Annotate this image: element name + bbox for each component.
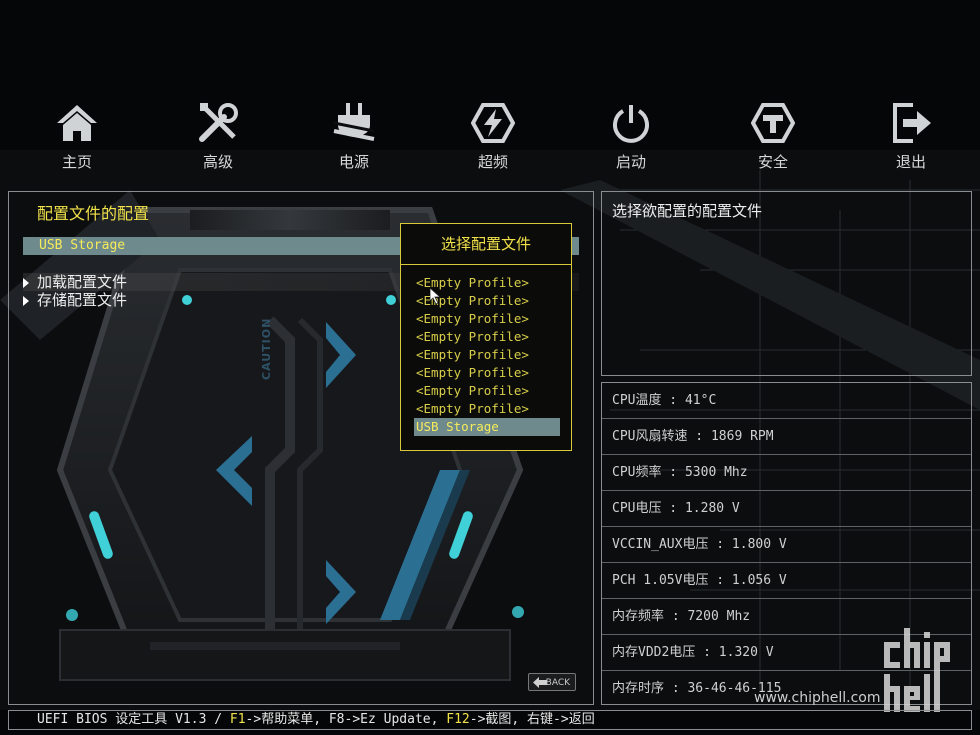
tab-power-label: 电源 bbox=[338, 153, 369, 171]
tab-boot-label: 启动 bbox=[615, 153, 646, 171]
profile-item[interactable]: <Empty Profile> bbox=[414, 346, 560, 364]
f1-hotkey-text: ->帮助菜单, F8->Ez Update, bbox=[245, 712, 447, 727]
mouse-cursor-icon bbox=[430, 288, 442, 304]
tab-power[interactable]: 电源 bbox=[309, 95, 399, 180]
help-panel: 选择欲配置的配置文件 bbox=[601, 191, 972, 376]
tab-home[interactable]: 主页 bbox=[32, 95, 122, 180]
pch-voltage: PCH 1.05V电压 : 1.056 V bbox=[602, 563, 971, 599]
select-profile-title: 选择配置文件 bbox=[401, 224, 571, 265]
tab-security[interactable]: 安全 bbox=[728, 95, 818, 180]
back-arrow-icon bbox=[533, 677, 547, 688]
profile-item[interactable]: <Empty Profile> bbox=[414, 328, 560, 346]
overclock-lightning-icon bbox=[471, 103, 515, 143]
exit-icon bbox=[893, 103, 931, 143]
tab-overclock[interactable]: 超频 bbox=[448, 95, 538, 180]
tab-exit-label: 退出 bbox=[895, 153, 926, 171]
bios-version-text: UEFI BIOS 设定工具 V1.3 / bbox=[37, 712, 230, 727]
power-button-icon bbox=[613, 105, 649, 143]
chiphell-watermark-logo bbox=[884, 628, 950, 712]
save-profile-item[interactable]: 存储配置文件 bbox=[23, 291, 127, 309]
tab-advanced[interactable]: 高级 bbox=[173, 95, 263, 180]
tools-icon bbox=[199, 103, 238, 142]
back-button[interactable]: BACK bbox=[528, 673, 576, 691]
vccin-aux-voltage: VCCIN_AUX电压 : 1.800 V bbox=[602, 527, 971, 563]
right-triangle-icon bbox=[23, 295, 29, 306]
profile-item[interactable]: <Empty Profile> bbox=[414, 382, 560, 400]
save-profile-label: 存储配置文件 bbox=[37, 291, 128, 309]
tab-overclock-label: 超频 bbox=[477, 153, 508, 171]
section-title: 配置文件的配置 bbox=[37, 204, 150, 223]
select-profile-dialog: 选择配置文件 <Empty Profile> <Empty Profile> <… bbox=[400, 223, 572, 451]
tab-exit[interactable]: 退出 bbox=[866, 95, 956, 180]
f12-hotkey-text: ->截图, 右键->返回 bbox=[469, 712, 595, 727]
f12-hotkey: F12 bbox=[446, 712, 470, 727]
right-triangle-icon bbox=[23, 277, 29, 288]
top-navigation: 主页 高级 电源 超频 启动 安全 退出 bbox=[0, 95, 980, 180]
load-profile-label: 加载配置文件 bbox=[37, 273, 128, 291]
tab-boot[interactable]: 启动 bbox=[586, 95, 676, 180]
help-text: 选择欲配置的配置文件 bbox=[612, 202, 763, 220]
profile-item[interactable]: <Empty Profile> bbox=[414, 364, 560, 382]
cpu-frequency: CPU频率 : 5300 Mhz bbox=[602, 455, 971, 491]
back-label: BACK bbox=[545, 678, 570, 688]
profile-item[interactable]: <Empty Profile> bbox=[414, 400, 560, 418]
cpu-fan-speed: CPU风扇转速 : 1869 RPM bbox=[602, 419, 971, 455]
watermark-url: www.chiphell.com bbox=[754, 690, 881, 706]
home-icon bbox=[57, 105, 97, 141]
power-plug-icon bbox=[333, 103, 375, 141]
tab-advanced-label: 高级 bbox=[202, 153, 233, 171]
shield-lock-icon bbox=[751, 103, 795, 143]
cpu-temperature: CPU温度 : 41°C bbox=[602, 383, 971, 419]
profile-item[interactable]: <Empty Profile> bbox=[414, 310, 560, 328]
cpu-voltage: CPU电压 : 1.280 V bbox=[602, 491, 971, 527]
tab-home-label: 主页 bbox=[61, 153, 92, 171]
bottom-hotkey-bar: UEFI BIOS 设定工具 V1.3 / F1->帮助菜单, F8->Ez U… bbox=[8, 710, 972, 730]
f1-hotkey: F1 bbox=[229, 712, 246, 727]
tab-security-label: 安全 bbox=[757, 153, 788, 171]
profile-item-selected[interactable]: USB Storage bbox=[414, 418, 560, 436]
